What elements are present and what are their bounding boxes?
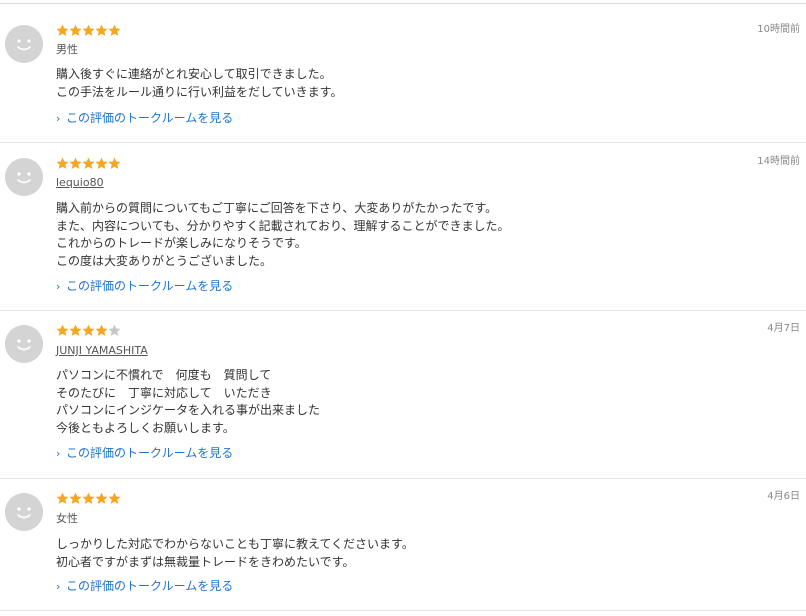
default-avatar-icon bbox=[5, 325, 43, 363]
star-filled-icon bbox=[95, 324, 108, 337]
chevron-right-icon: › bbox=[56, 280, 61, 293]
star-filled-icon bbox=[56, 324, 69, 337]
star-filled-icon bbox=[82, 157, 95, 170]
review-comment: 購入前からの質問についてもご丁寧にご回答を下さり、大変ありがたかったです。 また… bbox=[56, 201, 510, 268]
star-filled-icon bbox=[108, 24, 121, 37]
reviewer-name: 男性 bbox=[56, 43, 78, 56]
star-rating bbox=[56, 24, 121, 38]
talkroom-link[interactable]: › この評価のトークルームを見る bbox=[56, 578, 233, 595]
star-filled-icon bbox=[108, 157, 121, 170]
star-empty-icon bbox=[108, 324, 121, 337]
talkroom-link[interactable]: › この評価のトークルームを見る bbox=[56, 445, 233, 462]
star-filled-icon bbox=[56, 157, 69, 170]
talkroom-link-label: この評価のトークルームを見る bbox=[66, 579, 234, 593]
chevron-right-icon: › bbox=[56, 112, 61, 125]
review-time: 10時間前 bbox=[757, 24, 800, 35]
star-filled-icon bbox=[82, 324, 95, 337]
review-comment: パソコンに不慣れで 何度も 質問して そのたびに 丁寧に対応して いただき パソ… bbox=[56, 368, 321, 435]
default-avatar-icon bbox=[5, 158, 43, 196]
talkroom-link-label: この評価のトークルームを見る bbox=[66, 111, 234, 125]
reviewer-name-link[interactable]: JUNJI YAMASHITA bbox=[56, 344, 148, 358]
reviewer-name-link[interactable]: lequio80 bbox=[56, 176, 104, 190]
talkroom-link-label: この評価のトークルームを見る bbox=[66, 279, 234, 293]
review-divider bbox=[0, 142, 806, 143]
star-filled-icon bbox=[56, 24, 69, 37]
reviewer-name: 女性 bbox=[56, 512, 78, 525]
star-filled-icon bbox=[95, 492, 108, 505]
chevron-right-icon: › bbox=[56, 580, 61, 593]
talkroom-link[interactable]: › この評価のトークルームを見る bbox=[56, 110, 233, 127]
star-filled-icon bbox=[82, 24, 95, 37]
star-filled-icon bbox=[69, 492, 82, 505]
star-filled-icon bbox=[69, 324, 82, 337]
review-comment: しっかりした対応でわからないことも丁寧に教えてくださいます。 初心者ですがまずは… bbox=[56, 537, 414, 569]
review-divider bbox=[0, 310, 806, 311]
star-filled-icon bbox=[108, 492, 121, 505]
review-time: 14時間前 bbox=[757, 156, 800, 167]
star-filled-icon bbox=[82, 492, 95, 505]
avatar[interactable] bbox=[5, 25, 43, 63]
star-rating bbox=[56, 324, 121, 338]
review-comment: 購入後すぐに連絡がとれ安心して取引できました。 この手法をルール通りに行い利益を… bbox=[56, 67, 343, 99]
default-avatar-icon bbox=[5, 25, 43, 63]
star-filled-icon bbox=[56, 492, 69, 505]
review-time: 4月7日 bbox=[767, 323, 800, 334]
star-filled-icon bbox=[95, 157, 108, 170]
talkroom-link[interactable]: › この評価のトークルームを見る bbox=[56, 278, 233, 295]
star-rating bbox=[56, 157, 121, 171]
default-avatar-icon bbox=[5, 493, 43, 531]
talkroom-link-label: この評価のトークルームを見る bbox=[66, 446, 234, 460]
review-divider bbox=[0, 610, 806, 611]
avatar[interactable] bbox=[5, 158, 43, 196]
star-filled-icon bbox=[69, 24, 82, 37]
star-filled-icon bbox=[95, 24, 108, 37]
avatar[interactable] bbox=[5, 493, 43, 531]
avatar[interactable] bbox=[5, 325, 43, 363]
review-time: 4月6日 bbox=[767, 491, 800, 502]
top-divider bbox=[0, 3, 806, 4]
star-filled-icon bbox=[69, 157, 82, 170]
star-rating bbox=[56, 492, 121, 506]
review-divider bbox=[0, 478, 806, 479]
chevron-right-icon: › bbox=[56, 447, 61, 460]
